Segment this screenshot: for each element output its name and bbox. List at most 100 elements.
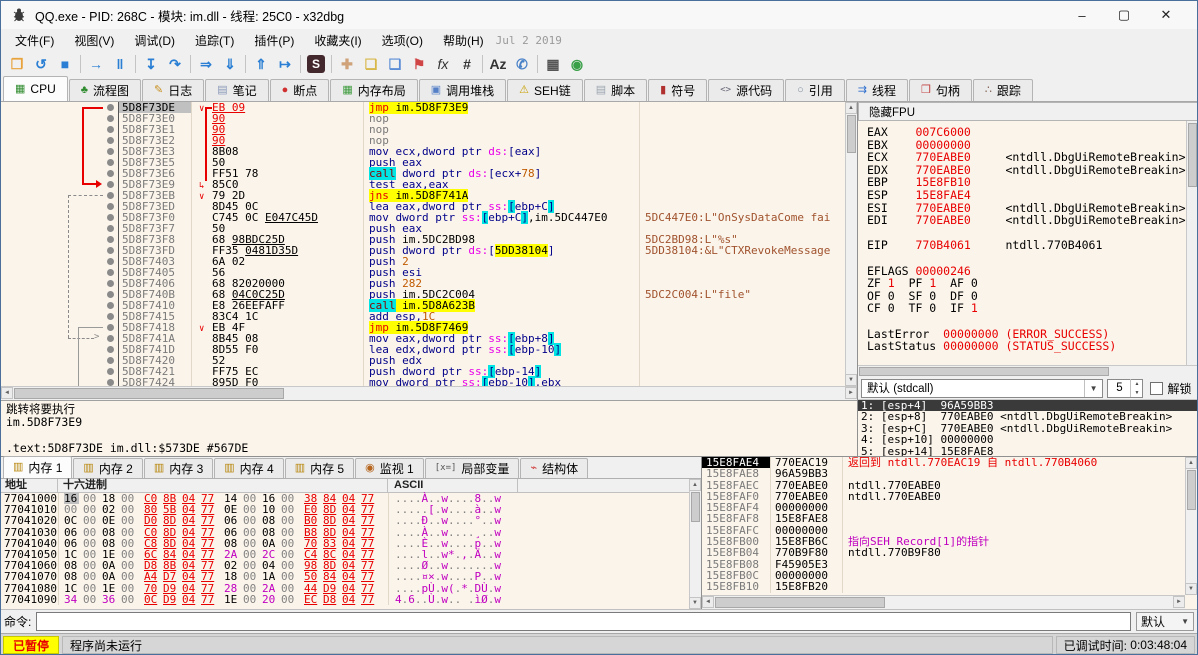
breakpoint-dot[interactable] — [107, 379, 114, 386]
stack-row[interactable]: 15E8FAE896A59BB3 — [702, 468, 1185, 479]
menu-item-6[interactable]: 选项(O) — [372, 30, 433, 51]
tab-cpu[interactable]: ▦CPU — [3, 76, 68, 101]
dump-byte[interactable]: 0A — [102, 571, 121, 582]
function-icon[interactable]: fx — [431, 53, 455, 75]
stack-address[interactable]: 15E8FB10 — [702, 581, 770, 592]
scrollbar-thumb[interactable] — [14, 388, 284, 399]
scroll-up-icon[interactable] — [845, 102, 857, 114]
font-icon[interactable]: Az — [486, 53, 510, 75]
tab-watch-1[interactable]: ◉监视 1 — [355, 458, 424, 478]
breakpoint-dot[interactable] — [107, 170, 114, 177]
dump-byte[interactable]: 77 — [201, 571, 220, 582]
breakpoint-dot[interactable] — [107, 324, 114, 331]
dump-byte[interactable]: 77 — [201, 515, 220, 526]
breakpoint-dot[interactable] — [107, 214, 114, 221]
tab-dump-2[interactable]: ▥内存 2 — [73, 458, 142, 478]
dump-row[interactable]: 770410200C000E00D08D047706000800B08D0477… — [1, 515, 701, 526]
registers-list[interactable]: EAX 007C6000EBX 00000000ECX 770EABE0 <nt… — [858, 121, 1186, 365]
bookmark-icon[interactable]: ⚑ — [407, 53, 431, 75]
tab-struct[interactable]: ⌁结构体 — [520, 458, 588, 478]
step-into-icon[interactable]: ↧ — [139, 53, 163, 75]
dump-byte[interactable]: 04 — [182, 571, 201, 582]
comment-icon[interactable]: ❏ — [359, 53, 383, 75]
dump-vertical-scrollbar[interactable] — [689, 479, 701, 609]
scrollbar-thumb[interactable] — [715, 597, 885, 608]
menu-item-7[interactable]: 帮助(H) — [433, 30, 494, 51]
dump-byte[interactable]: 0E — [102, 515, 121, 526]
dump-byte[interactable]: 00 — [281, 571, 300, 582]
dump-byte[interactable]: 8D — [163, 515, 182, 526]
dump-byte[interactable]: D7 — [163, 571, 182, 582]
dump-byte[interactable]: 00 — [281, 594, 300, 605]
dump-byte[interactable]: 08 — [64, 571, 83, 582]
dump-row[interactable]: 7704107008000A00A4D7047718001A0050840477… — [1, 571, 701, 582]
stop-icon[interactable]: ■ — [53, 53, 77, 75]
unlock-checkbox[interactable] — [1150, 382, 1163, 395]
minimize-button[interactable]: – — [1061, 2, 1103, 28]
dump-byte[interactable]: 50 — [304, 571, 323, 582]
tab-handles[interactable]: ❒句柄 — [909, 79, 972, 101]
scroll-down-icon[interactable] — [845, 374, 857, 386]
breakpoint-dot[interactable] — [107, 159, 114, 166]
tab-dump-3[interactable]: ▥内存 3 — [144, 458, 213, 478]
menu-item-3[interactable]: 追踪(T) — [185, 30, 244, 51]
run-to-selection-icon[interactable]: ⇒ — [194, 53, 218, 75]
register-row[interactable]: LastStatus 00000000 (STATUS_SUCCESS) — [867, 340, 1186, 353]
dump-byte[interactable]: A4 — [144, 571, 163, 582]
stack-rows[interactable]: 15E8FAE4770EAC19返回到 ntdll.770EAC19 自 ntd… — [702, 457, 1185, 595]
calling-convention-select[interactable]: 默认 (stdcall) — [861, 379, 1103, 398]
dump-byte[interactable]: 00 — [121, 571, 140, 582]
breakpoint-dot[interactable] — [107, 368, 114, 375]
breakpoint-dot[interactable] — [107, 192, 114, 199]
open-file-icon[interactable]: ❒ — [5, 53, 29, 75]
menu-item-1[interactable]: 视图(V) — [64, 30, 124, 51]
breakpoint-dot[interactable] — [107, 181, 114, 188]
breakpoint-dot[interactable] — [107, 302, 114, 309]
scroll-right-icon[interactable] — [1173, 596, 1185, 608]
dump-byte[interactable]: 34 — [64, 594, 83, 605]
stack-row[interactable]: 15E8FB1015E8FB20 — [702, 581, 1185, 592]
dump-byte[interactable]: 77 — [361, 515, 380, 526]
command-input[interactable] — [36, 612, 1131, 631]
argument-count-stepper[interactable]: 5 ▲▼ — [1107, 379, 1143, 398]
register-row[interactable]: CF 0 TF 0 IF 1 — [867, 302, 1186, 315]
dump-byte[interactable]: 04 — [182, 515, 201, 526]
dump-byte[interactable]: 08 — [262, 515, 281, 526]
scroll-left-icon[interactable] — [1, 387, 13, 399]
patch-icon[interactable]: ✚ — [335, 53, 359, 75]
stack-horizontal-scrollbar[interactable] — [702, 595, 1185, 609]
menu-item-5[interactable]: 收藏夹(I) — [304, 30, 371, 51]
dump-byte[interactable]: 06 — [224, 515, 243, 526]
stepper-arrows-icon[interactable]: ▲▼ — [1130, 379, 1142, 397]
dump-byte[interactable]: 00 — [121, 594, 140, 605]
breakpoint-dot[interactable] — [107, 313, 114, 320]
breakpoint-dot[interactable] — [107, 280, 114, 287]
dump-byte[interactable]: B0 — [304, 515, 323, 526]
tab-log[interactable]: ✎日志 — [142, 79, 204, 101]
tab-memory-map[interactable]: ▦内存布局 — [330, 79, 417, 101]
stack-address[interactable]: 15E8FAE8 — [702, 468, 770, 479]
disasm-address[interactable]: 5D8F7424 — [119, 377, 191, 386]
breakpoint-dot[interactable] — [107, 137, 114, 144]
dump-byte[interactable]: 77 — [361, 571, 380, 582]
modules-icon[interactable]: ✆ — [510, 53, 534, 75]
dump-byte[interactable]: 00 — [121, 515, 140, 526]
breakpoint-dot[interactable] — [107, 203, 114, 210]
memory-dump-rows[interactable]: 7704100016001800C08B04771400160038840477… — [1, 493, 701, 605]
menu-item-4[interactable]: 插件(P) — [244, 30, 304, 51]
registers-vertical-scrollbar[interactable] — [1186, 121, 1198, 365]
dump-byte[interactable]: 00 — [83, 594, 102, 605]
tab-seh[interactable]: ⚠SEH链 — [507, 79, 583, 101]
dump-byte[interactable]: 1A — [262, 571, 281, 582]
breakpoint-dot[interactable] — [107, 104, 114, 111]
dump-byte[interactable]: 04 — [342, 571, 361, 582]
breakpoint-dot[interactable] — [107, 357, 114, 364]
command-mode-select[interactable]: 默认 — [1136, 612, 1194, 631]
breakpoint-dot[interactable] — [107, 258, 114, 265]
call-arguments-list[interactable]: 1: [esp+4] 96A59BB32: [esp+8] 770EABE0 <… — [858, 399, 1198, 456]
dump-byte[interactable]: 04 — [342, 594, 361, 605]
argument-row[interactable]: 5: [esp+14] 15E8FAE8 — [858, 446, 1198, 456]
tab-threads[interactable]: ⇉线程 — [846, 79, 908, 101]
tab-dump-5[interactable]: ▥内存 5 — [285, 458, 354, 478]
stack-row[interactable]: 15E8FB04770B9F80ntdll.770B9F80 — [702, 547, 1185, 558]
